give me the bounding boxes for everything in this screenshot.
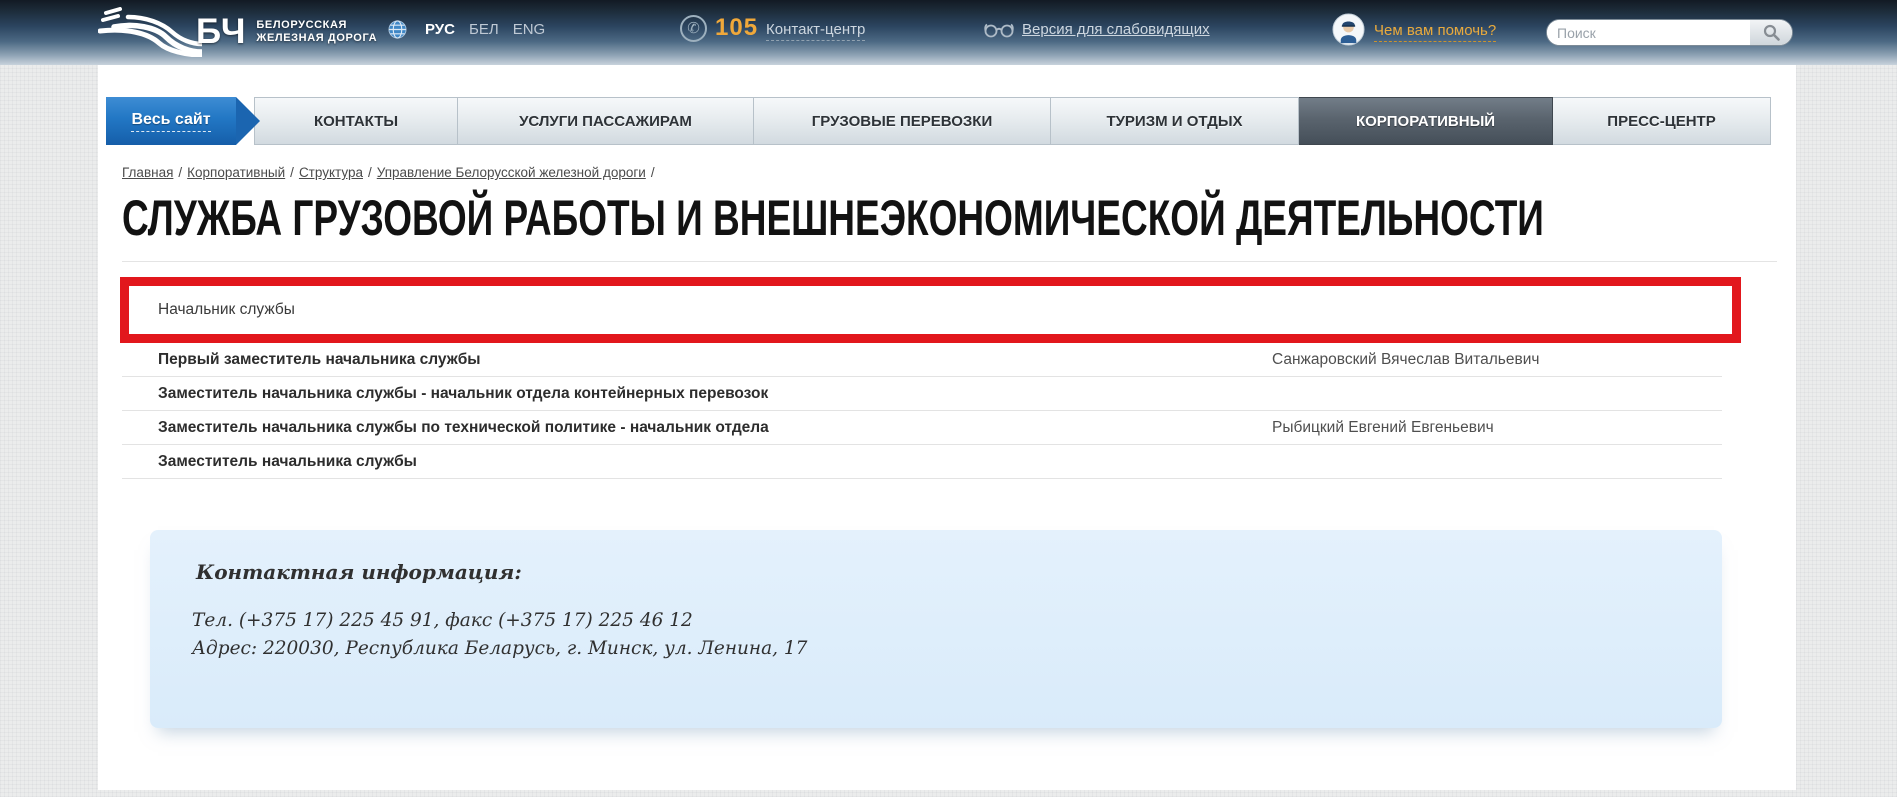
language-switcher: РУС БЕЛ ENG [388,20,545,39]
tab-press-center[interactable]: ПРЕСС-ЦЕНТР [1553,97,1771,145]
tab-all-site[interactable]: Весь сайт [106,97,236,145]
breadcrumb-structure[interactable]: Структура [299,165,363,180]
help-block: Чем вам помочь? [1332,13,1496,46]
logo-name-line1: БЕЛОРУССКАЯ [256,19,377,32]
tab-tourism[interactable]: ТУРИЗМ И ОТДЫХ [1051,97,1299,145]
staff-row-highlighted[interactable]: Начальник службы [120,277,1741,343]
breadcrumb-administration[interactable]: Управление Белорусской железной дороги [377,165,646,180]
breadcrumb-separator: / [368,165,372,180]
title-divider [122,261,1777,262]
search-input[interactable] [1547,20,1750,45]
contact-center: ✆ 105 Контакт-центр [680,14,865,42]
lang-eng[interactable]: ENG [513,21,546,38]
staff-position: Начальник службы [158,301,295,319]
lang-bel[interactable]: БЕЛ [469,21,499,38]
contact-center-link[interactable]: Контакт-центр [766,21,865,41]
content-area: Весь сайт КОНТАКТЫ УСЛУГИ ПАССАЖИРАМ ГРУ… [98,65,1796,790]
staff-name: Рыбицкий Евгений Евгеньевич [1272,419,1494,437]
assistant-avatar-icon [1332,13,1365,46]
contact-info-phone: Тел. (+375 17) 225 45 91, факс (+375 17)… [192,610,693,631]
logo[interactable]: БЧ БЕЛОРУССКАЯ ЖЕЛЕЗНАЯ ДОРОГА [98,7,377,57]
staff-position: Заместитель начальника службы - начальни… [158,385,768,403]
site-header: БЧ БЕЛОРУССКАЯ ЖЕЛЕЗНАЯ ДОРОГА РУС БЕЛ E… [0,0,1897,65]
search-box [1546,19,1793,46]
tab-corporate[interactable]: КОРПОРАТИВНЫЙ [1299,97,1553,145]
tab-all-site-label: Весь сайт [131,111,210,132]
staff-name: Санжаровский Вячеслав Витальевич [1272,351,1539,369]
breadcrumb-separator: / [651,165,655,180]
breadcrumb-separator: / [290,165,294,180]
staff-row[interactable]: Заместитель начальника службы [122,445,1722,479]
breadcrumb-separator: / [178,165,182,180]
staff-position: Заместитель начальника службы по техниче… [158,419,769,437]
contact-info-title: Контактная информация: [196,560,522,584]
help-link[interactable]: Чем вам помочь? [1374,22,1496,42]
lang-rus[interactable]: РУС [425,21,455,38]
staff-row[interactable]: Первый заместитель начальника службы Сан… [122,343,1722,377]
accessibility-version-link[interactable]: Версия для слабовидящих [1022,21,1210,38]
contact-info-address: Адрес: 220030, Республика Беларусь, г. М… [192,638,807,659]
contact-info-box: Контактная информация: Тел. (+375 17) 22… [150,530,1722,728]
accessibility-block: Версия для слабовидящих [984,21,1210,38]
page-title: СЛУЖБА ГРУЗОВОЙ РАБОТЫ И ВНЕШНЕЭКОНОМИЧЕ… [122,189,1544,247]
breadcrumb-home[interactable]: Главная [122,165,173,180]
logo-name-line2: ЖЕЛЕЗНАЯ ДОРОГА [256,32,377,45]
logo-abbr: БЧ [196,12,246,52]
globe-icon [388,20,407,39]
railway-logo-icon [98,7,202,57]
breadcrumb-corporate[interactable]: Корпоративный [187,165,285,180]
search-button[interactable] [1750,20,1792,45]
staff-row[interactable]: Заместитель начальника службы - начальни… [122,377,1722,411]
eyeglasses-icon [984,22,1014,38]
contact-center-number: 105 [715,14,758,42]
staff-position: Первый заместитель начальника службы [158,351,481,369]
breadcrumb: Главная / Корпоративный / Структура / Управлен… [122,165,660,180]
tab-contacts[interactable]: КОНТАКТЫ [254,97,458,145]
logo-name: БЕЛОРУССКАЯ ЖЕЛЕЗНАЯ ДОРОГА [256,19,377,45]
tab-freight[interactable]: ГРУЗОВЫЕ ПЕРЕВОЗКИ [754,97,1051,145]
staff-row[interactable]: Заместитель начальника службы по техниче… [122,411,1722,445]
tab-passenger-services[interactable]: УСЛУГИ ПАССАЖИРАМ [458,97,754,145]
search-icon [1763,24,1780,41]
staff-table: Начальник службы Первый заместитель нача… [122,277,1722,479]
staff-position: Заместитель начальника службы [158,453,417,471]
phone-icon: ✆ [680,15,707,42]
main-navigation: Весь сайт КОНТАКТЫ УСЛУГИ ПАССАЖИРАМ ГРУ… [106,97,1771,145]
